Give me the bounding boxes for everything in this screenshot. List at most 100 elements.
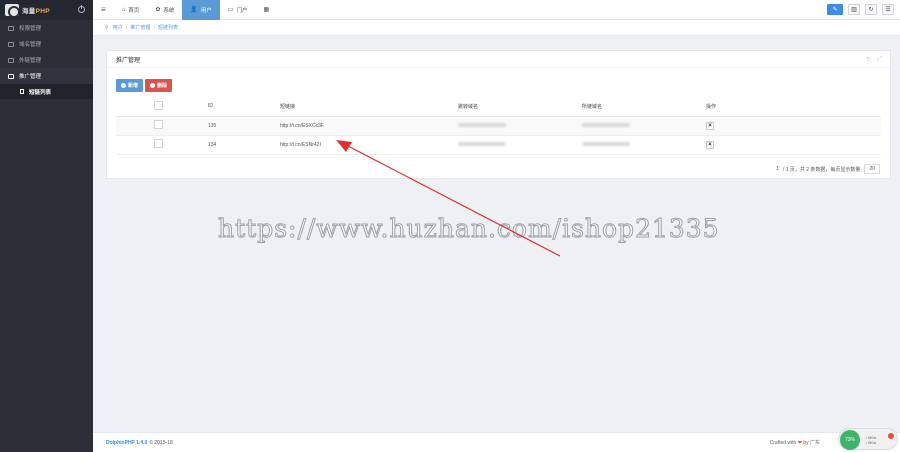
- fullscreen-icon[interactable]: ⤢: [877, 56, 882, 63]
- tab-label: 系统: [163, 7, 175, 14]
- credit-suffix: by 广东: [803, 440, 820, 446]
- watermark: https://www.huzhan.com/ishop21335: [218, 214, 720, 244]
- row-checkbox[interactable]: [154, 139, 163, 148]
- column-header-link-domain[interactable]: 所链域名: [582, 97, 706, 117]
- breadcrumb-sep: ›: [125, 24, 128, 31]
- sidebar-item-label: 外链管理: [19, 58, 42, 64]
- plus-circle-icon: [121, 83, 126, 88]
- content-panel: 推广管理 ↻ ⤢ 新增 删除 ID 短链接 跳转域名 所链域名 操作 135 h…: [106, 50, 891, 179]
- add-button[interactable]: 新增: [116, 79, 144, 92]
- column-header-short[interactable]: 短链接: [280, 97, 458, 117]
- doc-icon: [20, 89, 24, 94]
- home-icon: ⌂: [121, 6, 126, 13]
- breadcrumb-item[interactable]: 用户: [113, 24, 123, 31]
- column-header-id[interactable]: ID: [208, 97, 280, 117]
- tab-user[interactable]: 👤 用户: [182, 0, 220, 20]
- tab-portal[interactable]: ▭ 门户: [220, 0, 256, 20]
- cell-id: 135: [208, 116, 280, 136]
- footer-product-link[interactable]: DolphinPHP 1.4.0: [106, 440, 147, 446]
- sidebar-item-links[interactable]: 外链管理: [0, 52, 93, 68]
- gear-icon: ✿: [155, 7, 161, 13]
- power-icon[interactable]: [78, 5, 85, 13]
- breadcrumb: ⚲ 用户 › 推广管理 › 短链列表: [93, 20, 900, 36]
- sidebar-item-permissions[interactable]: 权限管理: [0, 20, 93, 36]
- list-icon: [8, 73, 14, 79]
- page-summary: / 1 页，共 2 条数据，每页显示数量: [782, 166, 861, 173]
- theme-brush-button[interactable]: ✎: [827, 4, 843, 15]
- panel-title: 推广管理: [116, 57, 141, 64]
- select-all-checkbox[interactable]: [154, 100, 163, 110]
- logo-icon: [5, 4, 19, 16]
- delete-row-button[interactable]: ×: [706, 140, 714, 149]
- breadcrumb-item[interactable]: 推广管理: [130, 24, 150, 31]
- speed-widget[interactable]: 73% ↑ 0K/s ↓ 0K/s: [838, 428, 898, 450]
- speed-lines: ↑ 0K/s ↓ 0K/s: [865, 435, 876, 445]
- toolbar: 新增 删除: [116, 79, 173, 92]
- column-header-jump-domain[interactable]: 跳转域名: [458, 97, 582, 117]
- footer-copyright: © 2015-18: [149, 439, 173, 446]
- topbar: ≡ ⌂ 首页 ✿ 系统 👤 用户 ▭ 门户 ▦ ✎ ▥ ↻ ☰: [93, 0, 900, 20]
- shortlink-table: ID 短链接 跳转域名 所链域名 操作 135 http://t.cn/ESXC…: [116, 97, 881, 155]
- cell-short-link: http://t.cn/ESXCc3F: [280, 116, 458, 136]
- pagination: 1 / 1 页，共 2 条数据，每页显示数量 20: [776, 164, 880, 174]
- table-row: 134 http://t.cn/ESNr42I ×: [116, 135, 881, 155]
- menu-toggle-icon[interactable]: ≡: [93, 5, 114, 14]
- blurred-value: [582, 122, 630, 127]
- top-nav: ≡ ⌂ 首页 ✿ 系统 👤 用户 ▭ 门户 ▦: [93, 0, 280, 20]
- sidebar-subitem-label: 短链列表: [29, 89, 52, 96]
- footer: DolphinPHP 1.4.0 © 2015-18 Crafted with …: [93, 432, 900, 452]
- download-speed: ↓ 0K/s: [865, 440, 877, 445]
- tab-grid[interactable]: ▦: [256, 0, 281, 20]
- top-right-tools: ✎ ▥ ↻ ☰: [827, 4, 894, 15]
- cell-id: 134: [208, 135, 280, 155]
- portal-icon: ▭: [227, 7, 234, 13]
- column-header-action: 操作: [706, 97, 881, 117]
- select-all-cell: [116, 97, 208, 117]
- user-icon: [8, 25, 14, 31]
- brand[interactable]: 海量PHP: [0, 0, 93, 20]
- row-checkbox[interactable]: [154, 120, 163, 129]
- table-row: 135 http://t.cn/ESXCc3F ×: [116, 116, 881, 136]
- refresh-icon[interactable]: ↻: [866, 56, 871, 63]
- grid-icon: ▦: [263, 7, 270, 13]
- link-icon: [8, 57, 14, 63]
- speed-gauge: 73%: [840, 430, 860, 450]
- tab-label: 首页: [128, 7, 140, 14]
- sidebar-item-domains[interactable]: 域名管理: [0, 36, 93, 52]
- cell-jump-domain: [458, 135, 582, 155]
- add-label: 新增: [128, 83, 139, 89]
- monitor-icon: [8, 41, 14, 47]
- breadcrumb-item[interactable]: 短链列表: [158, 24, 178, 31]
- footer-credit: Crafted with ❤ by 广东: [770, 439, 820, 446]
- sidebar-item-promotion[interactable]: 推广管理: [0, 68, 93, 84]
- panel-tools: ↻ ⤢: [866, 56, 882, 63]
- trash-button[interactable]: ▥: [848, 4, 860, 15]
- user-icon: 👤: [190, 7, 198, 13]
- cell-action: ×: [706, 135, 881, 155]
- row-select-cell: [116, 135, 208, 155]
- tab-label: 门户: [236, 7, 248, 14]
- heart-icon: ❤: [797, 440, 802, 446]
- page-number[interactable]: 1: [776, 166, 779, 172]
- cell-jump-domain: [458, 116, 582, 136]
- per-page-select[interactable]: 20: [864, 164, 880, 174]
- breadcrumb-sep: ›: [153, 24, 156, 31]
- blurred-value: [582, 141, 630, 146]
- delete-row-button[interactable]: ×: [706, 121, 714, 130]
- credit-prefix: Crafted with: [769, 440, 797, 446]
- sidebar-item-label: 域名管理: [19, 42, 42, 48]
- table-header-row: ID 短链接 跳转域名 所链域名 操作: [116, 97, 881, 117]
- blurred-value: [458, 122, 506, 127]
- panel-header: 推广管理 ↻ ⤢: [107, 51, 890, 68]
- sidebar-subitem-shortlinks[interactable]: 短链列表: [0, 84, 93, 99]
- location-icon: ⚲: [105, 24, 109, 31]
- delete-button[interactable]: 删除: [145, 79, 173, 92]
- cell-short-link: http://t.cn/ESNr42I: [280, 135, 458, 155]
- tab-label: 用户: [200, 7, 212, 14]
- refresh-button[interactable]: ↻: [865, 4, 877, 15]
- tab-system[interactable]: ✿ 系统: [147, 0, 182, 20]
- brand-name: 海量PHP: [22, 8, 50, 15]
- notification-dot: [888, 433, 894, 439]
- tab-home[interactable]: ⌂ 首页: [114, 0, 148, 20]
- settings-button[interactable]: ☰: [882, 4, 894, 15]
